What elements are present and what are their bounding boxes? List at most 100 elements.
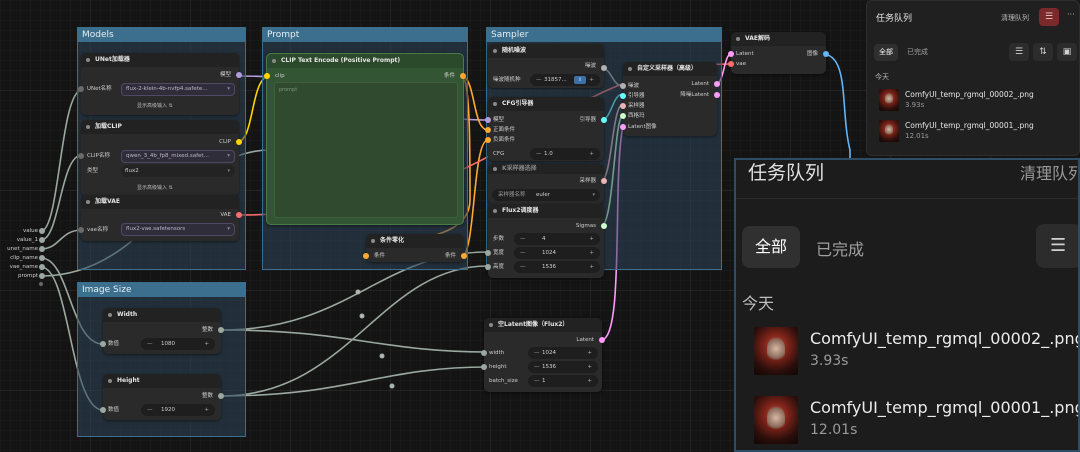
flux2-scheduler-node[interactable]: Flux2调度器 Sigmas 步数 —4 + 宽度 —1024 + 高度 —153… <box>485 204 607 278</box>
input-port[interactable] <box>39 264 45 270</box>
clip-loader-node[interactable]: 加载CLIP CLIP CLIP名称 qwen_3_4b_fp8_mixed.s… <box>78 120 242 196</box>
custom-sampler-advanced-node[interactable]: 自定义采样器（高级） Latent 降噪Latent 噪波 引导器 采样器 西格… <box>620 62 720 136</box>
ksampler-select-node[interactable]: K采样器选择 采样器 采样器名称 euler ▾ <box>488 164 607 204</box>
node-title[interactable]: 条件零化 <box>366 234 464 248</box>
tab-completed[interactable]: 已完成 <box>907 47 928 57</box>
value-input-port[interactable] <box>100 341 106 347</box>
vae-name-input-port[interactable] <box>78 227 84 233</box>
conditioning-input-port[interactable] <box>363 253 369 259</box>
collapse-dot-icon[interactable] <box>272 59 276 63</box>
collapse-dot-icon[interactable] <box>108 379 112 383</box>
latent-input-port[interactable] <box>728 51 734 57</box>
node-title[interactable]: 随机噪波 <box>488 44 604 58</box>
unet-loader-node[interactable]: UNet加载器 模型 UNet名称 flux-2-klein-4b-nvfp4.… <box>78 53 242 115</box>
latent-width-input[interactable]: —1024 + <box>528 347 598 359</box>
latent-height-input[interactable]: —1536 + <box>528 361 598 373</box>
noise-input-port[interactable] <box>620 83 626 89</box>
positive-input-port[interactable] <box>485 127 491 133</box>
image-output-port[interactable] <box>823 51 829 57</box>
vae-input-port[interactable] <box>728 61 734 67</box>
queue-item[interactable]: ComfyUI_temp_rgmql_00001_.png 12.01s <box>875 118 1075 144</box>
vae-decode-node[interactable]: VAE解码 Latent vae 图像 <box>728 32 829 74</box>
collapse-dot-icon[interactable] <box>371 239 375 243</box>
negative-input-port[interactable] <box>485 137 491 143</box>
guider-output-port[interactable] <box>601 117 607 123</box>
tab-all[interactable]: 全部 <box>874 44 898 61</box>
collapse-dot-icon[interactable] <box>108 313 112 317</box>
clear-queue-button[interactable]: ☰ <box>1039 8 1059 26</box>
node-title[interactable]: VAE解码 <box>731 32 826 46</box>
sigmas-output-port[interactable] <box>601 223 607 229</box>
int-output-port[interactable] <box>218 393 224 399</box>
sampler-name-select[interactable]: 采样器名称 euler ▾ <box>492 189 600 201</box>
queue-item[interactable]: ComfyUI_temp_rgmql_00002_.png 3.93s <box>750 325 1078 379</box>
model-output-port[interactable] <box>236 72 242 78</box>
width-int-node[interactable]: Width 整数 数值 —1080 + <box>100 308 224 354</box>
clip-name-input-port[interactable] <box>78 153 84 159</box>
unet-name-combo[interactable]: flux-2-klein-4b-nvfp4.safete... ▾ <box>121 83 235 96</box>
random-noise-node[interactable]: 随机噪波 噪波 噪波随机种 —31857... X + <box>488 44 607 88</box>
sampler-input-port[interactable] <box>620 103 626 109</box>
batch-size-input[interactable]: —1 + <box>528 375 598 387</box>
node-title[interactable]: 空Latent图像（Flux2） <box>484 318 602 332</box>
width-input-port[interactable] <box>485 250 491 256</box>
collapse-dot-icon[interactable] <box>493 49 497 53</box>
clip-input-port[interactable] <box>264 73 270 79</box>
node-title[interactable]: K采样器选择 <box>488 164 604 174</box>
collapse-dot-icon[interactable] <box>493 167 497 171</box>
collapse-dot-icon[interactable] <box>86 125 90 129</box>
latent-output-port[interactable] <box>714 81 720 87</box>
cfg-guider-node[interactable]: CFG引导器 模型 正面条件 负面条件 引导器 CFG —1.0 + <box>485 97 607 161</box>
collapse-dot-icon[interactable] <box>493 209 497 213</box>
conditioning-zero-node[interactable]: 条件零化 条件 条件 <box>363 234 467 262</box>
vae-name-combo[interactable]: flux2-vae.safetensors ▾ <box>121 223 235 236</box>
height-value-input[interactable]: —1920 + <box>141 404 215 416</box>
seed-control-badge[interactable]: X <box>574 76 586 84</box>
input-port[interactable] <box>39 228 45 234</box>
input-port[interactable] <box>39 255 45 261</box>
collapse-dot-icon[interactable] <box>736 37 740 41</box>
width-value-input[interactable]: —1080 + <box>141 338 215 350</box>
guider-input-port[interactable] <box>620 93 626 99</box>
input-port-empty[interactable] <box>39 282 43 286</box>
node-title[interactable]: 加载CLIP <box>81 120 239 134</box>
node-title[interactable]: Height <box>103 374 221 388</box>
node-title[interactable]: CFG引导器 <box>488 97 604 111</box>
sampler-output-port[interactable] <box>601 178 607 184</box>
collapse-dot-icon[interactable] <box>86 200 90 204</box>
queue-item[interactable]: ComfyUI_temp_rgmql_00002_.png 3.93s <box>875 87 1075 113</box>
denoised-output-port[interactable] <box>714 92 720 98</box>
tab-completed[interactable]: 已完成 <box>816 236 864 260</box>
latent-output-port[interactable] <box>599 337 605 343</box>
collapse-dot-icon[interactable] <box>489 323 493 327</box>
noise-output-port[interactable] <box>601 65 607 71</box>
input-port[interactable] <box>39 237 45 243</box>
height-input-port[interactable] <box>485 264 491 270</box>
collapse-dot-icon[interactable] <box>86 58 90 62</box>
node-title[interactable]: CLIP Text Encode (Positive Prompt) <box>267 54 463 68</box>
clip-name-combo[interactable]: qwen_3_4b_fp8_mixed.safet... ▾ <box>121 150 235 163</box>
input-port[interactable] <box>39 273 45 279</box>
width-input-port[interactable] <box>481 350 487 356</box>
filter-icon[interactable]: ☰ <box>1009 43 1029 61</box>
queue-item[interactable]: ComfyUI_temp_rgmql_00001_.png 12.01s <box>750 394 1078 448</box>
node-title[interactable]: 加载VAE <box>81 195 239 209</box>
vae-loader-node[interactable]: 加载VAE VAE vae名称 flux2-vae.safetensors ▾ <box>78 195 242 241</box>
conditioning-output-port[interactable] <box>460 73 466 79</box>
node-title[interactable]: Flux2调度器 <box>488 204 604 218</box>
width-number-input[interactable]: —1024 + <box>514 247 600 259</box>
value-input-port[interactable] <box>100 407 106 413</box>
sigmas-input-port[interactable] <box>620 113 626 119</box>
model-input-port[interactable] <box>485 117 491 123</box>
prompt-textarea[interactable]: prompt <box>274 82 458 218</box>
gallery-icon[interactable]: ▣ <box>1057 43 1077 61</box>
height-int-node[interactable]: Height 整数 数值 —1920 + <box>100 374 224 420</box>
collapse-dot-icon[interactable] <box>493 102 497 106</box>
conditioning-output-port[interactable] <box>461 253 467 259</box>
height-input-port[interactable] <box>481 364 487 370</box>
unet-name-input-port[interactable] <box>78 86 84 92</box>
sort-icon[interactable]: ⇅ <box>1033 43 1053 61</box>
vae-output-port[interactable] <box>236 212 242 218</box>
show-advanced-link[interactable]: 显示高级输入 ⇅ <box>137 102 173 109</box>
int-output-port[interactable] <box>218 327 224 333</box>
